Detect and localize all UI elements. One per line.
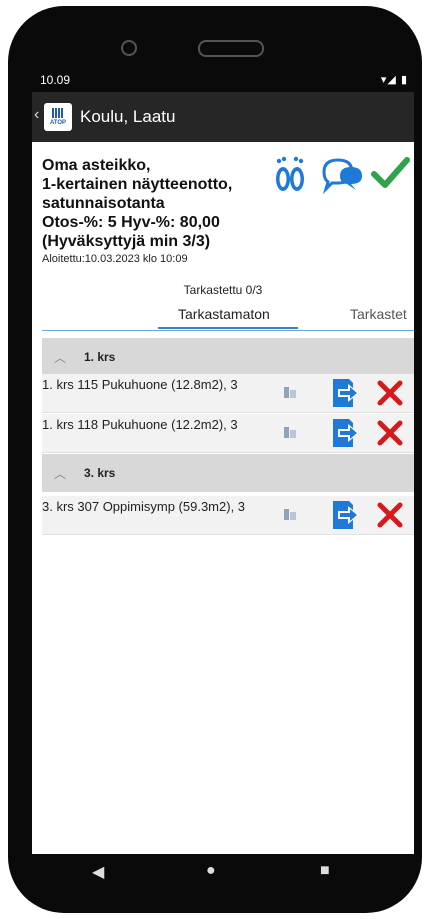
room-equipment-icon [284, 387, 296, 398]
checkmark-icon[interactable] [370, 152, 410, 194]
earpiece-speaker [198, 40, 264, 57]
screen: 10.09 ▾◢ ▮ ‹ ATOP Koulu, Laatu Oma astei… [32, 68, 414, 854]
app-logo: ATOP [44, 103, 72, 131]
tab-inspected[interactable]: Tarkastet [350, 306, 407, 322]
chevron-up-icon: ︿ [54, 467, 67, 481]
nav-home-icon[interactable]: ● [206, 862, 216, 880]
info-line: (Hyväksyttyjä min 3/3) [42, 233, 211, 250]
app-title: Koulu, Laatu [80, 107, 176, 126]
delete-icon[interactable] [376, 419, 404, 447]
active-tab-indicator [158, 327, 298, 329]
chevron-up-icon: ︿ [54, 351, 67, 365]
front-camera [121, 40, 137, 56]
phone-frame: 10.09 ▾◢ ▮ ‹ ATOP Koulu, Laatu Oma astei… [8, 6, 422, 913]
room-equipment-icon [284, 509, 296, 520]
list-item[interactable]: 1. krs 118 Pukuhuone (12.2m2), 3 [42, 414, 414, 453]
room-text: 1. krs 115 Pukuhuone (12.8m2), 3 [42, 377, 238, 392]
open-room-icon[interactable] [330, 498, 362, 532]
list-item[interactable]: 1. krs 115 Pukuhuone (12.8m2), 3 [42, 374, 414, 413]
inspected-counter: Tarkastettu 0/3 [183, 283, 263, 297]
nav-recents-icon[interactable]: ■ [320, 862, 330, 880]
tab-uninspected[interactable]: Tarkastamaton [178, 306, 270, 322]
open-room-icon[interactable] [330, 416, 362, 450]
group-header-1-krs[interactable]: ︿ 1. krs [42, 338, 414, 376]
group-header-3-krs[interactable]: ︿ 3. krs [42, 454, 414, 492]
app-bar: ‹ ATOP Koulu, Laatu [32, 92, 414, 142]
chevron-left-icon[interactable]: ‹ [34, 106, 39, 124]
tab-divider [42, 330, 414, 331]
delete-icon[interactable] [376, 379, 404, 407]
inspection-info: Oma asteikko, 1-kertainen näytteenotto, … [42, 156, 282, 267]
room-text: 1. krs 118 Pukuhuone (12.2m2), 3 [42, 417, 238, 432]
open-room-icon[interactable] [330, 376, 362, 410]
status-bar: 10.09 ▾◢ ▮ [32, 68, 414, 92]
info-line: 1-kertainen näytteenotto, [42, 176, 233, 193]
list-item[interactable]: 3. krs 307 Oppimisymp (59.3m2), 3 [42, 496, 414, 535]
status-icons: ▾◢ ▮ [380, 74, 408, 86]
logo-bars-icon [52, 108, 64, 118]
status-time: 10.09 [40, 73, 71, 87]
group-label: 3. krs [84, 466, 116, 480]
info-line: satunnaisotanta [42, 195, 165, 212]
info-line: Otos-%: 5 Hyv-%: 80,00 [42, 214, 220, 231]
info-line: Oma asteikko, [42, 157, 151, 174]
logo-text: ATOP [49, 120, 67, 126]
system-nav-bar: ◀ ● ■ [24, 848, 406, 894]
nav-back-icon[interactable]: ◀ [92, 862, 104, 882]
room-equipment-icon [284, 427, 296, 438]
delete-icon[interactable] [376, 501, 404, 529]
speech-bubbles-icon[interactable] [320, 152, 364, 194]
footprints-icon[interactable] [270, 152, 310, 194]
room-text: 3. krs 307 Oppimisymp (59.3m2), 3 [42, 499, 246, 514]
group-label: 1. krs [84, 350, 116, 364]
started-timestamp: Aloitettu:10.03.2023 klo 10:09 [42, 253, 188, 265]
